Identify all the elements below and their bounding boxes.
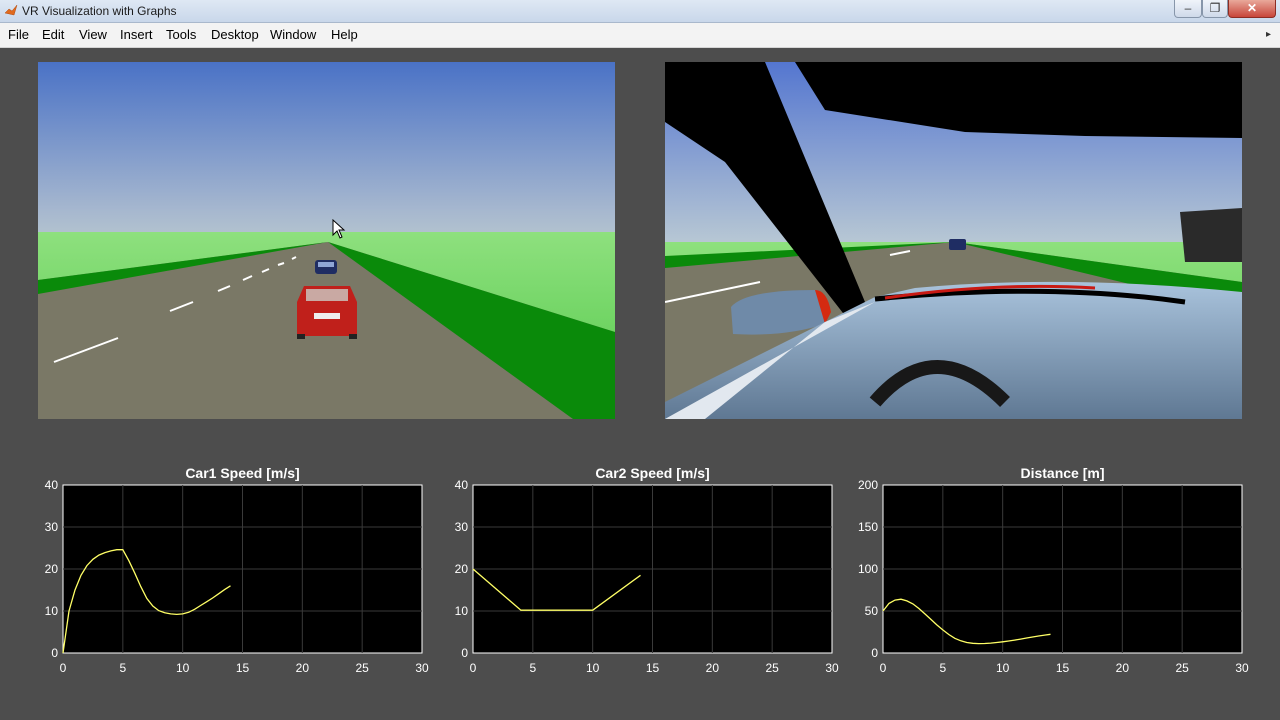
x-tick-label: 0 <box>60 661 67 675</box>
plot-car1-speed[interactable]: Car1 Speed [m/s] 0 5 10 15 20 25 30 0 10 20 30 40 <box>20 460 440 690</box>
menu-desktop[interactable]: Desktop <box>211 27 259 42</box>
y-tick-label: 40 <box>45 478 59 492</box>
y-tick-label: 40 <box>455 478 469 492</box>
x-tick-label: 20 <box>706 661 720 675</box>
plot-car2-speed[interactable]: Car2 Speed [m/s] 0 5 10 15 20 25 30 0 10 20 30 40 <box>430 460 850 690</box>
plot-title: Distance [m] <box>1020 465 1104 481</box>
window-title-bar: VR Visualization with Graphs – ❐ ✕ <box>0 0 1280 23</box>
x-tick-label: 5 <box>119 661 126 675</box>
plot-title: Car2 Speed [m/s] <box>595 465 709 481</box>
menu-edit[interactable]: Edit <box>42 27 64 42</box>
chart-car1-speed: Car1 Speed [m/s] 0 5 10 15 20 25 30 0 10 20 30 40 <box>45 465 429 675</box>
y-tick-label: 50 <box>865 604 879 618</box>
x-tick-label: 25 <box>765 661 779 675</box>
menu-help[interactable]: Help <box>331 27 358 42</box>
right-mirror <box>1180 208 1242 262</box>
driver-camera-scene <box>665 62 1242 419</box>
y-tick-label: 0 <box>461 646 468 660</box>
red-car <box>297 286 357 339</box>
menu-file[interactable]: File <box>8 27 29 42</box>
close-button[interactable]: ✕ <box>1228 0 1276 18</box>
y-tick-label: 0 <box>871 646 878 660</box>
x-tick-label: 15 <box>1056 661 1070 675</box>
menu-overflow-icon[interactable]: ▸ <box>1266 29 1271 40</box>
y-tick-label: 30 <box>455 520 469 534</box>
plot-distance[interactable]: Distance [m] 0 5 10 15 20 25 30 0 50 100 150 200 <box>840 460 1260 690</box>
x-tick-label: 10 <box>176 661 190 675</box>
x-tick-label: 30 <box>1235 661 1249 675</box>
chart-distance: Distance [m] 0 5 10 15 20 25 30 0 50 100 150 200 <box>858 465 1249 675</box>
vr-view-driver-camera[interactable] <box>665 62 1242 419</box>
chart-car2-speed: Car2 Speed [m/s] 0 5 10 15 20 25 30 0 10 20 30 40 <box>455 465 839 675</box>
x-tick-label: 15 <box>646 661 660 675</box>
x-tick-label: 20 <box>1116 661 1130 675</box>
x-tick-label: 10 <box>586 661 600 675</box>
x-tick-label: 5 <box>529 661 536 675</box>
vr-view-chase-camera[interactable] <box>38 62 615 419</box>
x-tick-label: 0 <box>470 661 477 675</box>
x-tick-label: 20 <box>296 661 310 675</box>
menu-insert[interactable]: Insert <box>120 27 153 42</box>
x-tick-label: 10 <box>996 661 1010 675</box>
x-tick-label: 5 <box>939 661 946 675</box>
x-tick-label: 30 <box>825 661 839 675</box>
x-tick-label: 25 <box>1175 661 1189 675</box>
y-tick-label: 20 <box>45 562 59 576</box>
blue-car <box>315 260 337 274</box>
matlab-logo-icon <box>4 4 18 16</box>
y-tick-label: 0 <box>51 646 58 660</box>
y-tick-label: 10 <box>45 604 59 618</box>
y-tick-label: 20 <box>455 562 469 576</box>
x-tick-label: 25 <box>355 661 369 675</box>
chase-camera-scene <box>38 62 615 419</box>
maximize-button[interactable]: ❐ <box>1202 0 1228 18</box>
x-tick-label: 15 <box>236 661 250 675</box>
y-tick-label: 150 <box>858 520 878 534</box>
x-tick-label: 0 <box>880 661 887 675</box>
blue-car <box>949 239 966 250</box>
y-tick-label: 100 <box>858 562 878 576</box>
window-title: VR Visualization with Graphs <box>22 4 177 18</box>
y-tick-label: 30 <box>45 520 59 534</box>
y-tick-label: 200 <box>858 478 878 492</box>
plot-title: Car1 Speed [m/s] <box>185 465 299 481</box>
menu-bar: File Edit View Insert Tools Desktop Wind… <box>0 23 1280 48</box>
menu-window[interactable]: Window <box>270 27 316 42</box>
minimize-button[interactable]: – <box>1174 0 1202 18</box>
x-tick-label: 30 <box>415 661 429 675</box>
menu-view[interactable]: View <box>79 27 107 42</box>
mouse-cursor-icon <box>332 219 346 239</box>
y-tick-label: 10 <box>455 604 469 618</box>
menu-tools[interactable]: Tools <box>166 27 196 42</box>
